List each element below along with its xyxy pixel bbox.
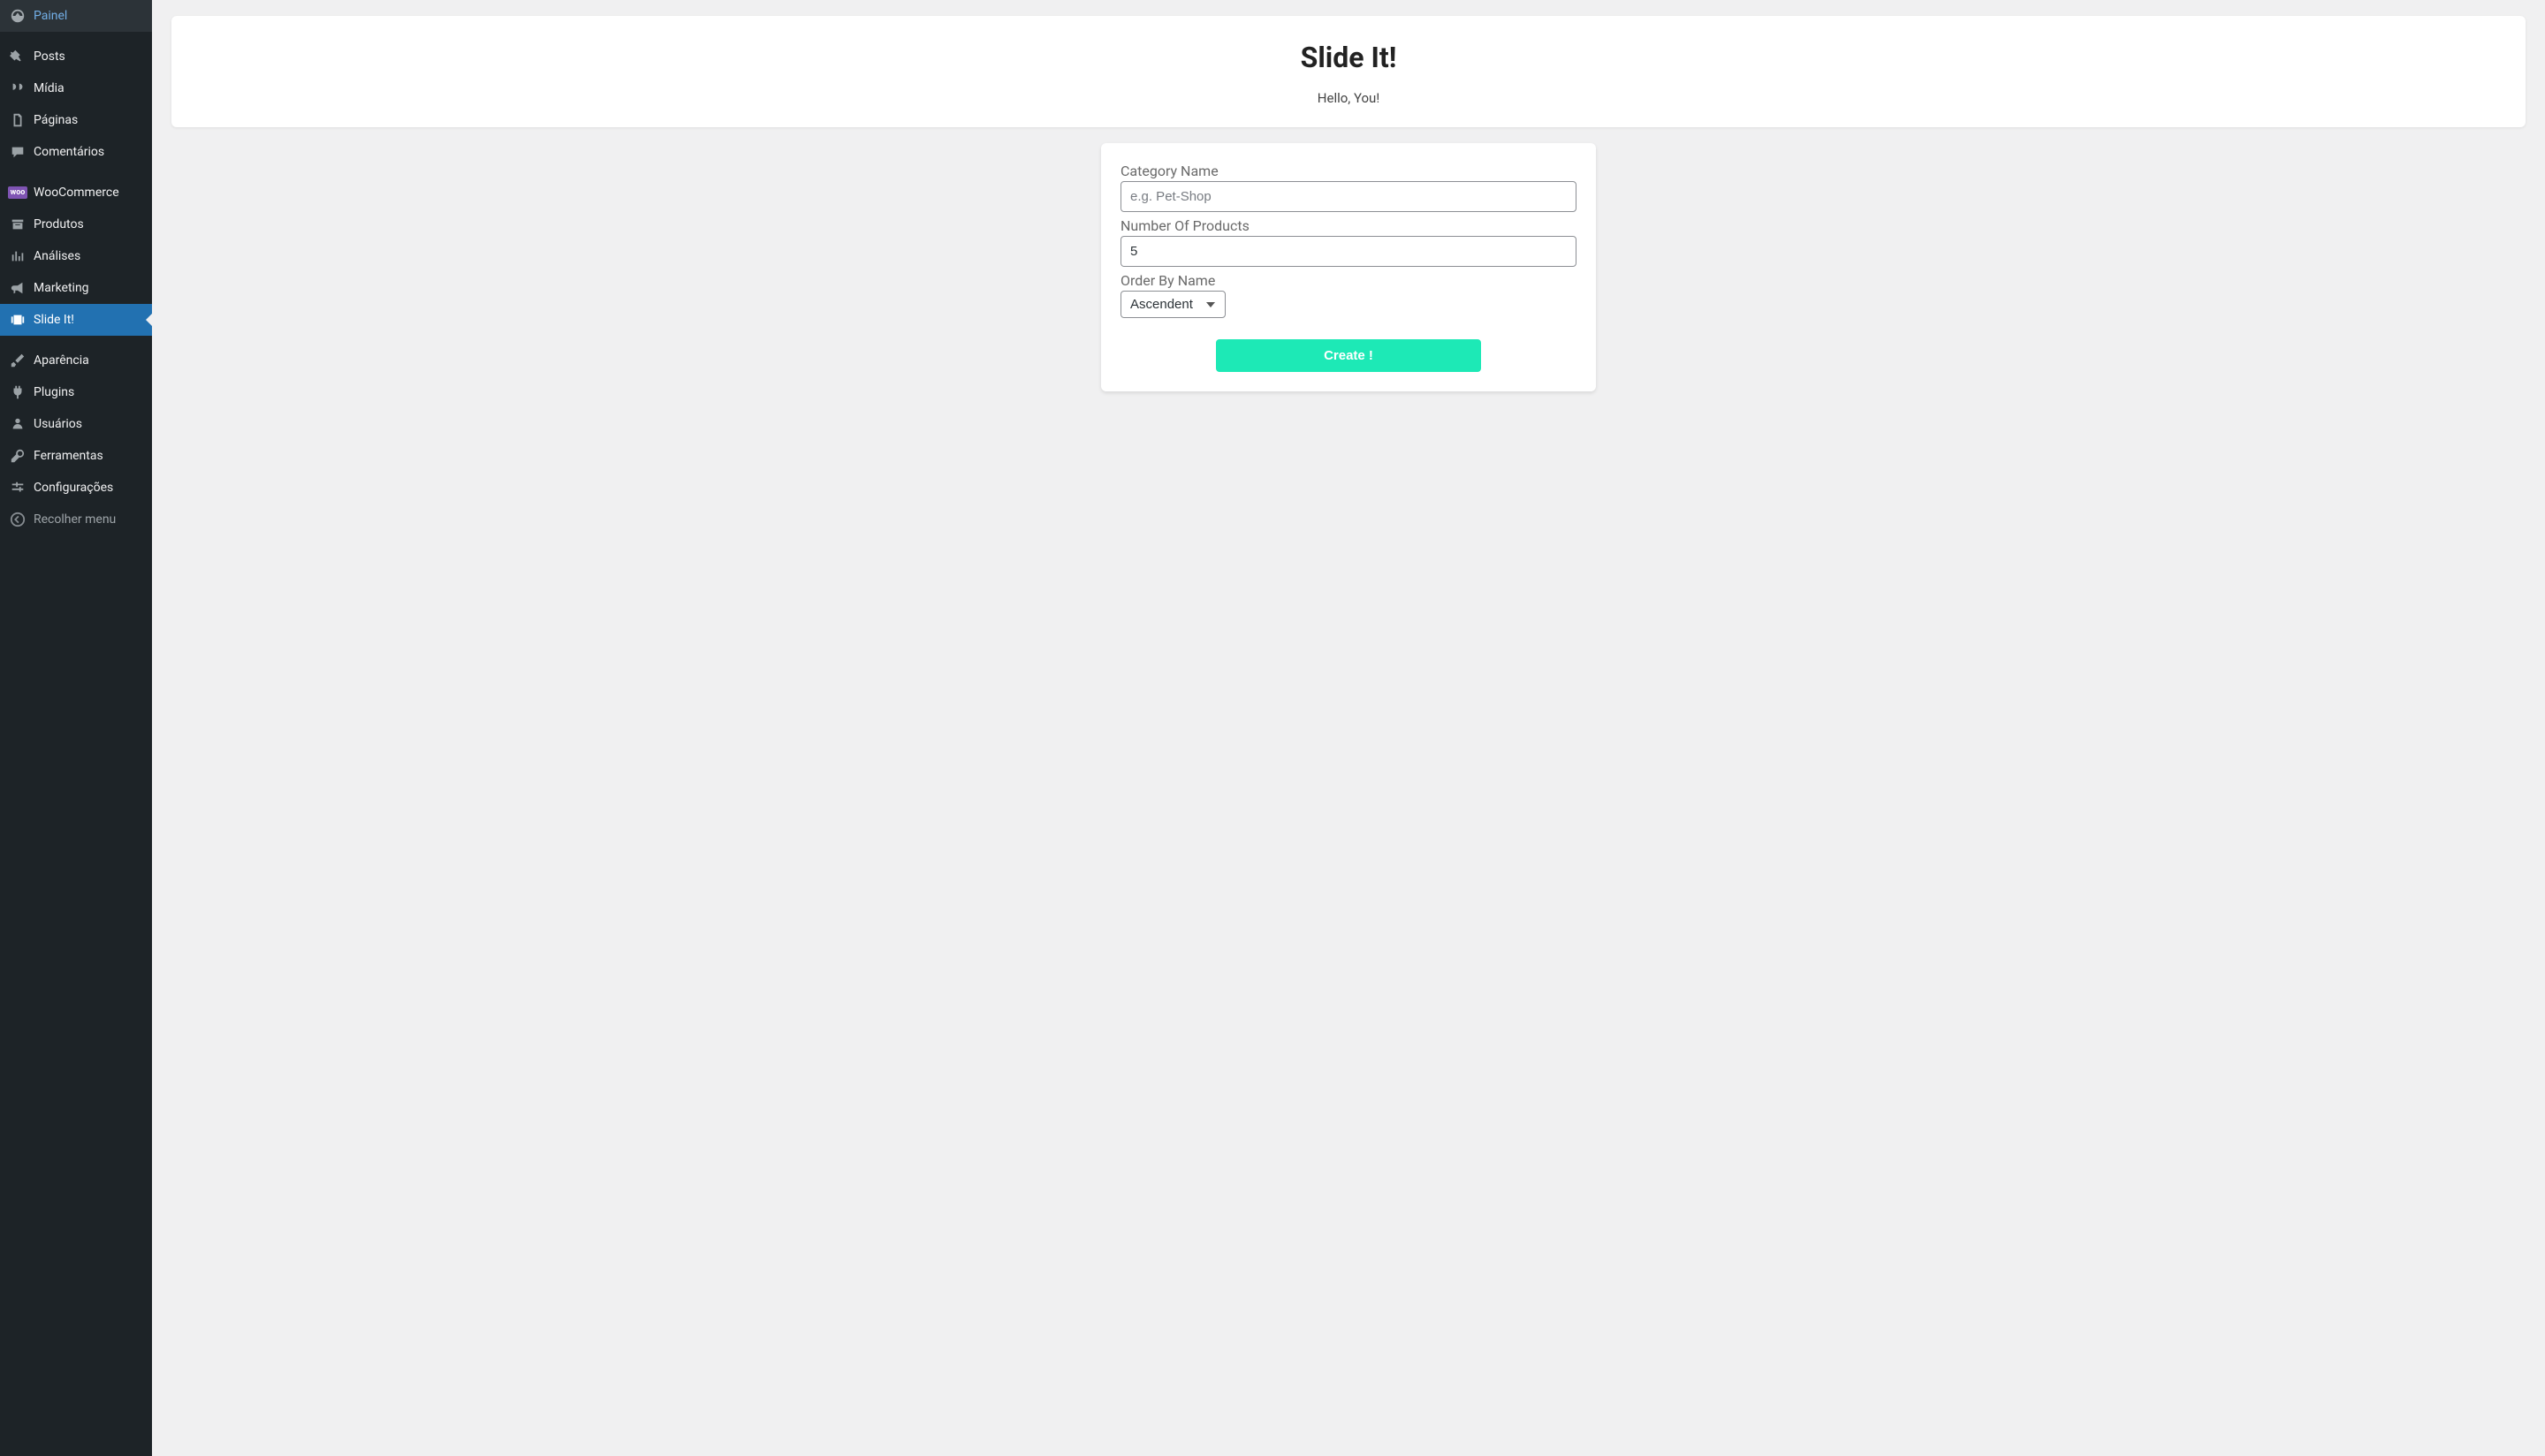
order-by-select[interactable]: Ascendent — [1121, 291, 1226, 318]
brush-icon — [9, 352, 27, 369]
sidebar-item-label: Páginas — [34, 113, 78, 127]
sidebar-item-woocommerce[interactable]: woo WooCommerce — [0, 177, 152, 209]
sidebar-item-marketing[interactable]: Marketing — [0, 272, 152, 304]
pin-icon — [9, 48, 27, 65]
sidebar-item-produtos[interactable]: Produtos — [0, 209, 152, 240]
sidebar-item-label: Comentários — [34, 145, 104, 159]
sidebar-item-label: Marketing — [34, 281, 89, 295]
sidebar-item-label: Posts — [34, 49, 65, 64]
plug-icon — [9, 383, 27, 401]
sidebar-item-usuarios[interactable]: Usuários — [0, 408, 152, 440]
sidebar-collapse[interactable]: Recolher menu — [0, 504, 152, 535]
sidebar-item-label: Painel — [34, 9, 67, 23]
category-name-input[interactable] — [1121, 181, 1576, 212]
sidebar-collapse-label: Recolher menu — [34, 512, 116, 527]
main-content: Slide It! Hello, You! Category Name Numb… — [152, 0, 2545, 1456]
sidebar-item-painel[interactable]: Painel — [0, 0, 152, 32]
number-products-input[interactable] — [1121, 236, 1576, 267]
sidebar-item-aparencia[interactable]: Aparência — [0, 345, 152, 376]
woo-icon: woo — [9, 184, 27, 201]
page-title: Slide It! — [189, 41, 2508, 74]
sidebar-item-paginas[interactable]: Páginas — [0, 104, 152, 136]
category-name-label: Category Name — [1121, 163, 1576, 179]
number-products-label: Number Of Products — [1121, 217, 1576, 234]
create-button[interactable]: Create ! — [1216, 339, 1481, 372]
analytics-icon — [9, 247, 27, 265]
archive-icon — [9, 216, 27, 233]
comment-icon — [9, 143, 27, 161]
admin-sidebar: Painel Posts Mídia Páginas Comentários w… — [0, 0, 152, 1456]
page-subtitle: Hello, You! — [189, 90, 2508, 106]
order-by-label: Order By Name — [1121, 272, 1576, 289]
sidebar-item-label: Análises — [34, 249, 80, 263]
sidebar-item-plugins[interactable]: Plugins — [0, 376, 152, 408]
sidebar-item-label: Configurações — [34, 481, 113, 495]
sidebar-item-label: Ferramentas — [34, 449, 103, 463]
slides-icon — [9, 311, 27, 329]
megaphone-icon — [9, 279, 27, 297]
header-card: Slide It! Hello, You! — [171, 16, 2526, 127]
wrench-icon — [9, 447, 27, 465]
settings-icon — [9, 479, 27, 497]
form-card: Category Name Number Of Products Order B… — [1101, 143, 1596, 391]
sidebar-item-ferramentas[interactable]: Ferramentas — [0, 440, 152, 472]
sidebar-item-label: Produtos — [34, 217, 84, 231]
sidebar-item-analises[interactable]: Análises — [0, 240, 152, 272]
dashboard-icon — [9, 7, 27, 25]
sidebar-item-midia[interactable]: Mídia — [0, 72, 152, 104]
sidebar-item-label: Mídia — [34, 81, 65, 95]
sidebar-item-label: Plugins — [34, 385, 74, 399]
collapse-icon — [9, 511, 27, 528]
sidebar-item-label: Aparência — [34, 353, 89, 368]
sidebar-item-comentarios[interactable]: Comentários — [0, 136, 152, 168]
user-icon — [9, 415, 27, 433]
sidebar-item-configuracoes[interactable]: Configurações — [0, 472, 152, 504]
sidebar-item-posts[interactable]: Posts — [0, 41, 152, 72]
sidebar-item-label: Usuários — [34, 417, 82, 431]
sidebar-item-label: Slide It! — [34, 313, 74, 327]
sidebar-item-slide-it[interactable]: Slide It! — [0, 304, 152, 336]
sidebar-item-label: WooCommerce — [34, 186, 119, 200]
pages-icon — [9, 111, 27, 129]
media-icon — [9, 80, 27, 97]
